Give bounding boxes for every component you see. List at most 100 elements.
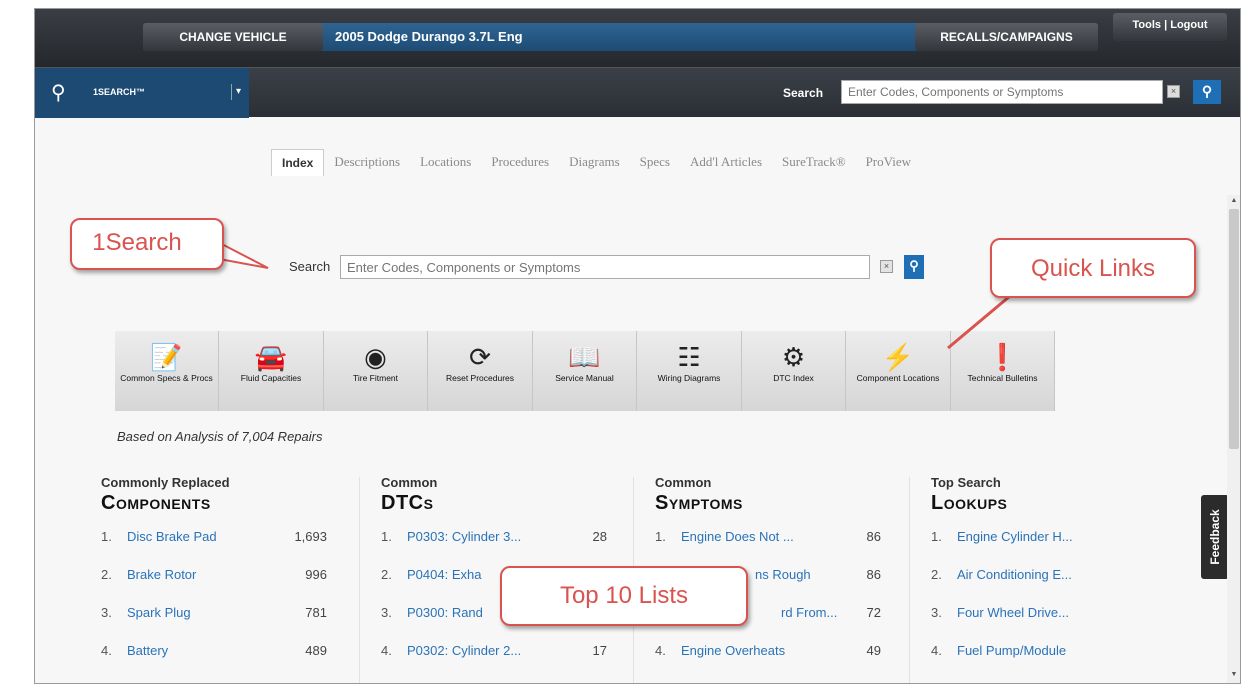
rank: 2. xyxy=(381,567,392,582)
rank: 1. xyxy=(381,529,392,544)
components-column: Commonly Replaced Components 1. Disc Brak… xyxy=(101,475,351,673)
list-link[interactable]: P0404: Exha xyxy=(407,567,481,582)
quick-links-bar: 📝 Common Specs & Procs 🚘 Fluid Capacitie… xyxy=(115,331,1056,411)
clear-icon[interactable]: × xyxy=(880,260,893,273)
specs-icon: 📝 xyxy=(150,342,183,372)
scroll-thumb[interactable] xyxy=(1229,209,1239,449)
quick-link-component-locations[interactable]: ⚡ Component Locations xyxy=(846,331,951,411)
change-vehicle-button[interactable]: CHANGE VEHICLE xyxy=(143,23,323,51)
column-subtitle: Top Search xyxy=(931,475,1001,490)
list-link[interactable]: P0300: Rand xyxy=(407,605,483,620)
list-link[interactable]: Spark Plug xyxy=(127,605,191,620)
feedback-button[interactable]: Feedback xyxy=(1201,495,1229,579)
search-submit-button[interactable]: ⚲ xyxy=(1193,80,1221,104)
analysis-note: Based on Analysis of 7,004 Repairs xyxy=(117,429,323,444)
lookups-column: Top Search Lookups 1. Engine Cylinder H..… xyxy=(931,475,1181,673)
bulletin-icon: ❗ xyxy=(986,342,1019,372)
tab-addl-articles[interactable]: Add'l Articles xyxy=(680,149,772,176)
onesearch-callout: 1Search xyxy=(70,218,224,270)
fluid-car-icon: 🚘 xyxy=(254,342,288,372)
list-link[interactable]: Disc Brake Pad xyxy=(127,529,217,544)
tab-procedures[interactable]: Procedures xyxy=(481,149,559,176)
top-search-label: Search xyxy=(783,86,824,100)
column-subtitle: Common xyxy=(655,475,712,490)
quick-link-technical-bulletins[interactable]: ❗ Technical Bulletins xyxy=(951,331,1056,411)
list-item: 4. Fuel Pump/Module xyxy=(931,635,1181,673)
tools-logout-links[interactable]: Tools | Logout xyxy=(1113,13,1227,41)
wiring-icon: ☷ xyxy=(677,342,701,372)
recalls-campaigns-button[interactable]: RECALLS/CAMPAIGNS xyxy=(915,23,1098,51)
rank: 4. xyxy=(931,643,942,658)
chevron-down-icon[interactable]: ▾ xyxy=(231,84,245,100)
feedback-label: Feedback xyxy=(1208,509,1222,565)
column-divider xyxy=(909,477,910,683)
list-link[interactable]: ns Rough xyxy=(755,567,811,582)
list-item: 2. Air Conditioning E... xyxy=(931,559,1181,597)
list-item: 1. Engine Cylinder H... xyxy=(931,521,1181,559)
tab-locations[interactable]: Locations xyxy=(410,149,481,176)
quick-link-label: Reset Procedures xyxy=(445,373,515,383)
tab-proview[interactable]: ProView xyxy=(856,149,921,176)
list-link[interactable]: Air Conditioning E... xyxy=(957,567,1072,582)
list-link[interactable]: Brake Rotor xyxy=(127,567,196,582)
tab-specs[interactable]: Specs xyxy=(630,149,680,176)
quick-link-common-specs[interactable]: 📝 Common Specs & Procs xyxy=(115,331,220,411)
rank: 1. xyxy=(101,529,112,544)
rank: 4. xyxy=(381,643,392,658)
main-search-input[interactable] xyxy=(340,255,870,279)
scroll-down-icon[interactable]: ▼ xyxy=(1229,671,1239,681)
rank: 1. xyxy=(931,529,942,544)
list-link[interactable]: Engine Overheats xyxy=(681,643,785,658)
column-divider xyxy=(359,477,360,683)
list-link[interactable]: P0302: Cylinder 2... xyxy=(407,643,521,658)
list-link[interactable]: rd From... xyxy=(781,605,837,620)
tab-descriptions[interactable]: Descriptions xyxy=(324,149,410,176)
count: 781 xyxy=(305,605,327,620)
list-item: 4. Engine Overheats 49 xyxy=(655,635,905,673)
rank: 2. xyxy=(101,567,112,582)
column-subtitle: Commonly Replaced xyxy=(101,475,230,490)
column-title: DTCs xyxy=(381,492,434,514)
count: 489 xyxy=(305,643,327,658)
top-bar: CHANGE VEHICLE 2005 Dodge Durango 3.7L E… xyxy=(35,9,1240,67)
top-search-input[interactable] xyxy=(841,80,1163,104)
list-link[interactable]: Engine Does Not ... xyxy=(681,529,794,544)
quick-link-tire-fitment[interactable]: ◉ Tire Fitment xyxy=(324,331,429,411)
list-item: 3. Spark Plug 781 xyxy=(101,597,351,635)
scrollbar[interactable]: ▲ ▼ xyxy=(1227,195,1240,683)
list-link[interactable]: Fuel Pump/Module xyxy=(957,643,1066,658)
top10-callout: Top 10 Lists xyxy=(500,566,748,626)
onesearch-dropdown[interactable]: ⚲ 1SEARCH™ ▾ xyxy=(35,68,249,118)
count: 49 xyxy=(866,643,881,658)
quicklinks-callout: Quick Links xyxy=(990,238,1196,298)
scroll-up-icon[interactable]: ▲ xyxy=(1229,197,1239,207)
list-link[interactable]: P0303: Cylinder 3... xyxy=(407,529,521,544)
list-link[interactable]: Four Wheel Drive... xyxy=(957,605,1069,620)
tab-diagrams[interactable]: Diagrams xyxy=(559,149,630,176)
quick-link-label: Fluid Capacities xyxy=(240,373,302,383)
onesearch-label: 1SEARCH™ xyxy=(93,87,146,97)
main-search-submit-button[interactable]: ⚲ xyxy=(904,255,924,279)
list-item: 2. Brake Rotor 996 xyxy=(101,559,351,597)
rank: 1. xyxy=(655,529,666,544)
clear-icon[interactable]: × xyxy=(1167,85,1180,98)
quick-link-label: Service Manual xyxy=(555,373,614,383)
tab-index[interactable]: Index xyxy=(271,149,325,176)
quick-link-label: DTC Index xyxy=(773,373,814,383)
list-item: 4. P0302: Cylinder 2... 17 xyxy=(381,635,631,673)
location-icon: ⚡ xyxy=(881,342,915,372)
list-link[interactable]: Battery xyxy=(127,643,168,658)
column-title: Components xyxy=(101,492,211,514)
quick-link-fluid-capacities[interactable]: 🚘 Fluid Capacities xyxy=(219,331,324,411)
quick-link-reset-procedures[interactable]: ⟳ Reset Procedures xyxy=(428,331,533,411)
quick-link-service-manual[interactable]: 📖 Service Manual xyxy=(533,331,638,411)
count: 28 xyxy=(592,529,607,544)
tab-suretrack[interactable]: SureTrack® xyxy=(772,149,856,176)
quick-link-wiring-diagrams[interactable]: ☷ Wiring Diagrams xyxy=(637,331,742,411)
column-title: Symptoms xyxy=(655,492,743,514)
rank: 3. xyxy=(101,605,112,620)
column-subtitle: Common xyxy=(381,475,438,490)
list-link[interactable]: Engine Cylinder H... xyxy=(957,529,1073,544)
quick-link-label: Common Specs & Procs xyxy=(120,373,213,383)
quick-link-dtc-index[interactable]: ⚙ DTC Index xyxy=(742,331,847,411)
